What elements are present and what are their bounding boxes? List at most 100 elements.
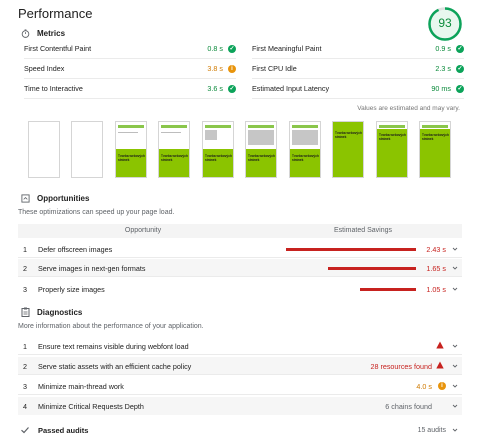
warning-icon	[436, 341, 444, 349]
passed-audits-count: 15 audits	[417, 426, 446, 434]
frame-caption: Tvorba webových stránek	[205, 154, 232, 162]
chevron-down-icon[interactable]	[452, 383, 458, 389]
check-icon: ✓	[228, 44, 236, 53]
metrics-heading-label: Metrics	[37, 28, 66, 38]
opportunities-description: These optimizations can speed up your pa…	[18, 209, 175, 216]
opportunities-heading-label: Opportunities	[37, 193, 90, 203]
frame-caption: Tvorba webových stránek	[335, 131, 362, 139]
page-title: Performance	[18, 6, 93, 21]
metrics-heading: Metrics	[20, 28, 65, 38]
metric-value: 0.8 s	[207, 44, 223, 53]
chevron-down-icon[interactable]	[452, 246, 458, 252]
diagnostic-row[interactable]: 2 Serve static assets with an efficient …	[18, 357, 462, 375]
frame-caption: Tvorba webových stránek	[292, 154, 319, 162]
diagnostic-row[interactable]: 1 Ensure text remains visible during web…	[18, 337, 462, 355]
frame-caption: Tvorba webových stránek	[248, 154, 275, 162]
row-label: Minimize main-thread work	[38, 381, 124, 391]
metric-label: First CPU Idle	[252, 64, 297, 73]
diagnostics-heading: Diagnostics	[20, 307, 82, 317]
opportunity-row[interactable]: 1 Defer offscreen images 2.43 s	[18, 240, 462, 258]
filmstrip-frame	[28, 121, 60, 178]
metric-first-contentful-paint: First Contentful Paint 0.8 s ✓	[24, 39, 236, 59]
passed-audits-toggle[interactable]: Passed audits 15 audits	[18, 421, 462, 439]
row-index: 1	[23, 341, 27, 351]
opportunity-icon	[20, 193, 30, 203]
diagnostic-row[interactable]: 3 Minimize main-thread work 4.0 s i	[18, 377, 462, 395]
check-icon: ✓	[456, 44, 464, 53]
frame-caption: Tvorba webových stránek	[118, 154, 145, 162]
opportunity-row[interactable]: 2 Serve images in next-gen formats 1.65 …	[18, 259, 462, 277]
chevron-down-icon[interactable]	[452, 403, 458, 409]
savings-bar	[360, 288, 416, 291]
stopwatch-icon	[20, 28, 30, 38]
filmstrip-frame: Tvorba webových stránek	[419, 121, 451, 178]
row-index: 4	[23, 401, 27, 411]
passed-audits-label: Passed audits	[38, 425, 89, 435]
row-detail: 6 chains found	[385, 401, 432, 411]
row-detail: 28 resources found	[370, 361, 432, 371]
savings-bar	[286, 248, 416, 251]
row-index: 2	[23, 361, 27, 371]
filmstrip-frame: Tvorba webových stránek	[332, 121, 364, 178]
row-index: 2	[23, 263, 27, 273]
filmstrip-frame: Tvorba webových stránek	[245, 121, 277, 178]
clipboard-icon	[20, 307, 30, 317]
metric-speed-index: Speed Index 3.8 s i	[24, 59, 236, 79]
metric-value: 0.9 s	[435, 44, 451, 53]
row-index: 3	[23, 284, 27, 294]
metric-value: 3.6 s	[207, 84, 223, 93]
chevron-down-icon[interactable]	[452, 343, 458, 349]
metric-label: First Meaningful Paint	[252, 44, 322, 53]
metric-label: Estimated Input Latency	[252, 84, 330, 93]
chevron-down-icon[interactable]	[452, 286, 458, 292]
row-savings: 1.05 s	[426, 284, 446, 294]
metric-estimated-input-latency: Estimated Input Latency 90 ms ✓	[252, 79, 464, 99]
filmstrip-frame: Tvorba webových stránek	[115, 121, 147, 178]
filmstrip-frame: Tvorba webových stránek	[158, 121, 190, 178]
filmstrip-frame: Tvorba webových stránek	[376, 121, 408, 178]
metric-label: Time to Interactive	[24, 84, 83, 93]
metric-time-to-interactive: Time to Interactive 3.6 s ✓	[24, 79, 236, 99]
opportunities-table-header: Opportunity Estimated Savings	[18, 224, 462, 238]
filmstrip-frame: Tvorba webových stránek	[289, 121, 321, 178]
row-index: 1	[23, 244, 27, 254]
filmstrip-frame	[71, 121, 103, 178]
diagnostics-heading-label: Diagnostics	[37, 307, 83, 317]
row-label: Ensure text remains visible during webfo…	[38, 341, 189, 351]
check-icon: ✓	[456, 64, 464, 73]
check-icon: ✓	[456, 84, 464, 93]
estimate-note: Values are estimated and may vary.	[357, 105, 460, 112]
metric-first-meaningful-paint: First Meaningful Paint 0.9 s ✓	[252, 39, 464, 59]
opportunity-row[interactable]: 3 Properly size images 1.05 s	[18, 280, 462, 298]
metric-label: First Contentful Paint	[24, 44, 92, 53]
savings-bar	[328, 267, 416, 270]
metric-value: 90 ms	[431, 84, 451, 93]
column-estimated-savings: Estimated Savings	[334, 227, 392, 234]
frame-caption: Tvorba webových stránek	[379, 133, 406, 141]
row-savings: 1.65 s	[426, 263, 446, 273]
chevron-down-icon[interactable]	[452, 427, 458, 433]
row-detail: 4.0 s	[416, 381, 432, 391]
chevron-down-icon[interactable]	[452, 265, 458, 271]
info-icon: i	[228, 64, 236, 73]
frame-caption: Tvorba webových stránek	[422, 133, 449, 141]
metric-label: Speed Index	[24, 64, 65, 73]
frame-caption: Tvorba webových stránek	[161, 154, 188, 162]
metric-value: 2.3 s	[435, 64, 451, 73]
check-icon	[21, 427, 29, 434]
performance-score-gauge: 93	[427, 6, 463, 42]
metric-value: 3.8 s	[207, 64, 223, 73]
filmstrip-frame: Tvorba webových stránek	[202, 121, 234, 178]
chevron-down-icon[interactable]	[452, 363, 458, 369]
column-opportunity: Opportunity	[124, 227, 162, 234]
metric-first-cpu-idle: First CPU Idle 2.3 s ✓	[252, 59, 464, 79]
score-value: 93	[438, 16, 452, 30]
row-savings: 2.43 s	[426, 244, 446, 254]
info-icon: i	[438, 382, 446, 390]
diagnostic-row[interactable]: 4 Minimize Critical Requests Depth 6 cha…	[18, 397, 462, 415]
opportunities-heading: Opportunities	[20, 193, 89, 203]
row-index: 3	[23, 381, 27, 391]
check-icon: ✓	[228, 84, 236, 93]
diagnostics-description: More information about the performance o…	[18, 323, 204, 330]
warning-icon	[436, 361, 444, 369]
